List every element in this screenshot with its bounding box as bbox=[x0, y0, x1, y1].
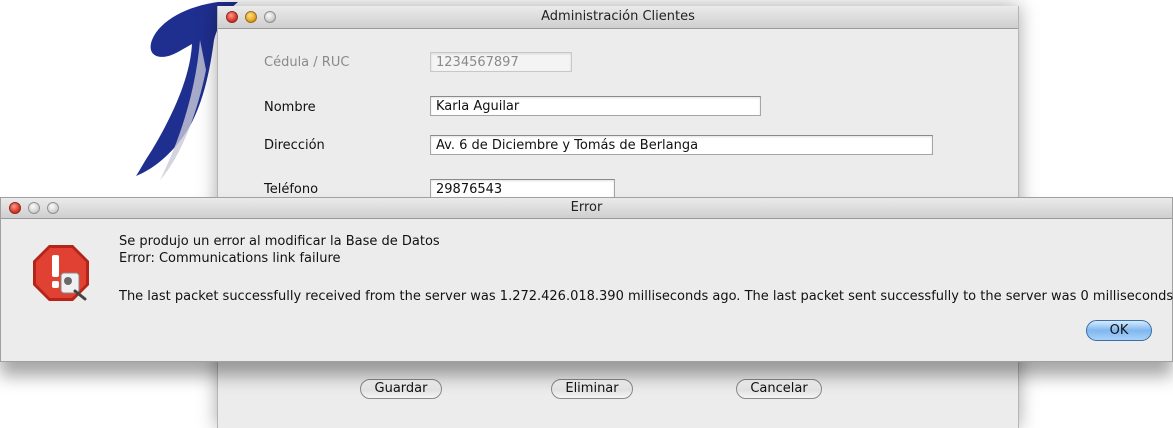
cedula-field[interactable] bbox=[430, 52, 572, 72]
telefono-field[interactable] bbox=[430, 179, 615, 199]
cedula-label: Cédula / RUC bbox=[264, 55, 350, 70]
window-title: Administración Clientes bbox=[541, 9, 695, 24]
ok-button[interactable]: OK bbox=[1086, 320, 1152, 341]
cancel-button[interactable]: Cancelar bbox=[736, 379, 822, 399]
error-dialog: Error Se produjo un error al modificar l… bbox=[0, 197, 1173, 362]
stop-alert-icon bbox=[33, 245, 89, 301]
direccion-field[interactable] bbox=[430, 135, 933, 155]
direccion-label: Dirección bbox=[264, 138, 325, 153]
nombre-label: Nombre bbox=[264, 100, 316, 115]
save-button[interactable]: Guardar bbox=[360, 379, 442, 399]
error-message-detail: The last packet successfully received fr… bbox=[119, 289, 1173, 304]
error-message-line-2: Error: Communications link failure bbox=[119, 251, 341, 266]
window-titlebar: Administración Clientes bbox=[218, 6, 1018, 29]
error-message-line-1: Se produjo un error al modificar la Base… bbox=[119, 234, 440, 249]
delete-button[interactable]: Eliminar bbox=[551, 379, 633, 399]
telefono-label: Teléfono bbox=[264, 182, 319, 197]
nombre-field[interactable] bbox=[430, 96, 761, 116]
dialog-titlebar: Error bbox=[1, 198, 1172, 219]
dialog-title: Error bbox=[570, 200, 603, 215]
